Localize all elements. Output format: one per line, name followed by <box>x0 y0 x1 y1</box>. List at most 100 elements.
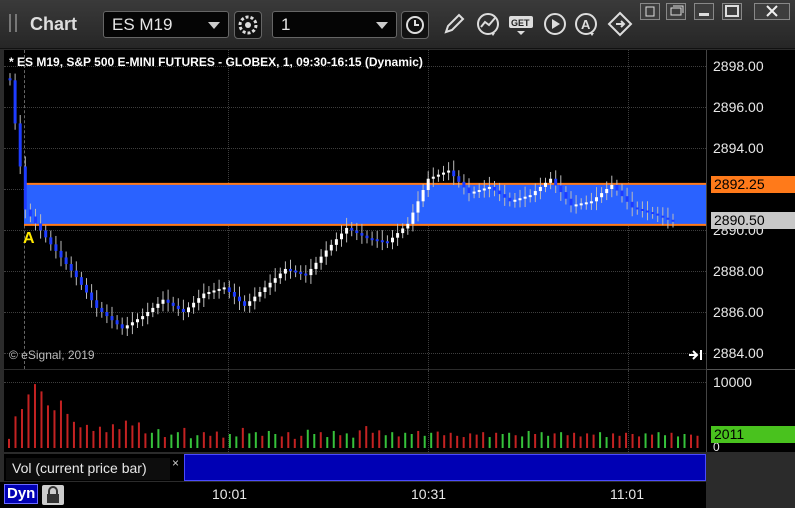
volume-bar <box>443 435 446 448</box>
candle-body <box>197 298 201 303</box>
volume-bar <box>521 436 524 448</box>
last-price-tag: 2890.50 <box>711 212 795 229</box>
symbol-combo[interactable]: ES M19 <box>103 11 229 38</box>
time-tick: 11:01 <box>610 486 644 502</box>
price-plot[interactable]: * ES M19, S&P 500 E-MINI FUTURES - GLOBE… <box>4 50 706 369</box>
gear-icon <box>238 15 258 35</box>
volume-bar <box>339 435 342 448</box>
volume-bar <box>664 435 667 448</box>
link-arrows-icon[interactable] <box>607 11 633 37</box>
candle-body <box>187 307 190 312</box>
candle-body <box>217 288 221 291</box>
volume-bar <box>332 430 335 448</box>
candle-body <box>615 184 619 191</box>
volume-bar <box>176 432 179 448</box>
dynamic-layout-button[interactable]: Dyn <box>4 484 38 504</box>
interval-clock-button[interactable] <box>401 11 429 39</box>
volume-bar <box>592 434 595 448</box>
volume-bar <box>495 432 498 448</box>
candle-body <box>610 184 614 189</box>
time-axis[interactable]: 10:01 10:31 11:01 <box>0 482 706 508</box>
close-study-icon[interactable]: × <box>172 456 179 470</box>
candle-body <box>584 202 588 205</box>
candle-body <box>304 273 308 276</box>
volume-bar <box>131 425 134 448</box>
close-button[interactable] <box>754 3 790 20</box>
candle-body <box>136 319 139 323</box>
pin-button[interactable] <box>640 3 660 20</box>
candle-body <box>513 199 517 202</box>
maximize-button[interactable] <box>722 3 742 20</box>
volume-bar <box>638 436 641 448</box>
volume-chart-svg <box>8 384 699 448</box>
volume-bar <box>696 435 699 448</box>
bottom-panel: Vol (current price bar) × 10:01 10:31 11… <box>0 452 795 508</box>
volume-bar <box>241 427 244 448</box>
lock-icon[interactable] <box>42 485 64 505</box>
candle-body <box>181 308 185 312</box>
volume-study-label[interactable]: Vol (current price bar) <box>6 458 170 480</box>
candle-body <box>421 190 425 202</box>
volume-bar <box>560 432 563 448</box>
volume-bar <box>436 431 439 448</box>
candle-body <box>100 307 104 312</box>
price-tick: 2898.00 <box>713 58 764 74</box>
pencil-icon[interactable] <box>441 11 467 37</box>
drag-grip-icon[interactable] <box>9 14 17 32</box>
candle-body <box>431 176 435 179</box>
candle-body <box>523 196 527 199</box>
volume-bar <box>527 430 530 448</box>
candle-body <box>442 172 445 175</box>
candle-body <box>595 197 598 202</box>
alert-icon[interactable]: A <box>573 11 599 37</box>
volume-bar <box>352 437 355 448</box>
candle-body <box>375 239 379 242</box>
volume-bar <box>397 436 400 448</box>
candle-body <box>340 233 343 240</box>
volume-bar <box>14 416 17 448</box>
volume-bar <box>651 434 654 448</box>
candle-body <box>90 292 94 301</box>
volume-bar <box>625 432 628 448</box>
trade-marker-a[interactable]: A <box>23 230 35 248</box>
volume-bar <box>163 437 166 448</box>
candle-body <box>334 239 338 245</box>
minimize-button[interactable] <box>694 3 714 20</box>
volume-bar <box>410 434 413 448</box>
copyright-text: © eSignal, 2019 <box>9 348 95 362</box>
candle-body <box>253 296 257 302</box>
price-scale[interactable]: 2898.00 2896.00 2894.00 2888.00 2886.00 … <box>706 50 795 454</box>
scroll-to-end-icon[interactable] <box>688 348 704 362</box>
volume-bar <box>365 426 368 448</box>
get-data-icon[interactable]: GET <box>508 11 534 37</box>
volume-bar <box>657 432 660 448</box>
restore-button[interactable] <box>666 3 686 20</box>
candle-body <box>528 195 532 198</box>
volume-bar <box>319 432 322 448</box>
opening-range-band <box>24 183 706 225</box>
volume-bar <box>144 433 147 448</box>
candle-body <box>589 201 593 204</box>
symbol-settings-button[interactable] <box>234 11 262 39</box>
volume-bar <box>46 405 49 448</box>
volume-bar <box>92 430 95 448</box>
volume-bar <box>508 432 511 448</box>
candle-body <box>671 219 675 222</box>
candle-body <box>630 201 634 208</box>
candle-body <box>13 80 17 124</box>
volume-plot[interactable] <box>4 370 706 452</box>
study-chart-icon[interactable] <box>475 11 501 37</box>
candle-body <box>656 213 660 216</box>
candle-body <box>125 325 129 329</box>
candle-body <box>538 186 542 192</box>
volume-bar <box>157 429 160 448</box>
volume-bar <box>209 435 212 448</box>
candle-body <box>498 190 502 195</box>
candle-body <box>574 204 578 207</box>
chart-title: * ES M19, S&P 500 E-MINI FUTURES - GLOBE… <box>9 55 423 69</box>
play-icon[interactable] <box>542 11 568 37</box>
candle-body <box>365 235 369 239</box>
range-high-tag: 2892.25 <box>711 176 795 193</box>
interval-combo[interactable]: 1 <box>272 11 397 38</box>
candle-body <box>59 250 63 258</box>
